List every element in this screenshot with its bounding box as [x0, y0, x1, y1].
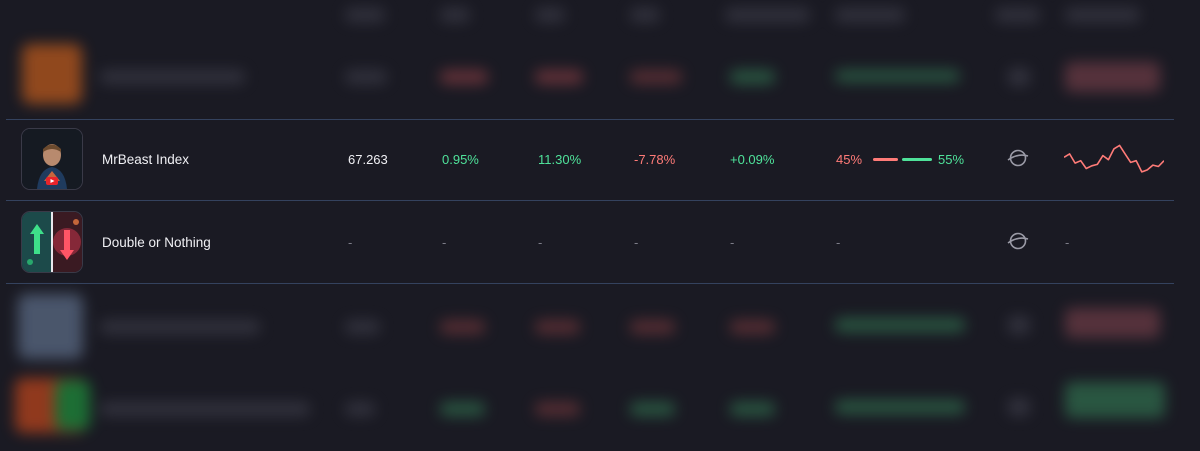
price-value: 67.263 — [348, 152, 388, 167]
sentiment-bar-negative — [873, 158, 898, 161]
change-value-d: +0.09% — [730, 152, 775, 167]
sparkline-path — [1064, 144, 1164, 173]
sentiment-left-value: 45% — [836, 152, 863, 167]
change-value-c: -7.78% — [634, 152, 676, 167]
sparkline-placeholder: - — [1065, 235, 1070, 250]
sentiment-value: - — [836, 235, 841, 250]
change-value-d: - — [730, 235, 735, 250]
sentiment-right-value: 55% — [938, 152, 965, 167]
table-row[interactable]: MrBeast Index 67.263 0.95% 11.30% -7.78%… — [6, 119, 1174, 201]
change-value-a: - — [442, 235, 447, 250]
row-divider — [6, 200, 1174, 201]
change-value-c: - — [634, 235, 639, 250]
change-value-b: 11.30% — [538, 152, 582, 167]
price-sparkline — [1064, 144, 1164, 173]
row-divider — [6, 119, 1174, 120]
asset-name: MrBeast Index — [102, 152, 190, 167]
globe-icon[interactable] — [1007, 231, 1029, 256]
table-row[interactable]: Double or Nothing - - - - - - - — [6, 202, 1174, 284]
globe-icon[interactable] — [1007, 148, 1029, 173]
person-video-thumbnail — [21, 128, 83, 190]
change-value-b: - — [538, 235, 543, 250]
asset-name: Double or Nothing — [102, 235, 211, 250]
row-divider — [6, 283, 1174, 284]
price-value: - — [348, 235, 353, 250]
double-arrows-thumbnail — [21, 211, 83, 273]
sentiment-bar-positive — [902, 158, 932, 161]
change-value-a: 0.95% — [442, 152, 479, 167]
